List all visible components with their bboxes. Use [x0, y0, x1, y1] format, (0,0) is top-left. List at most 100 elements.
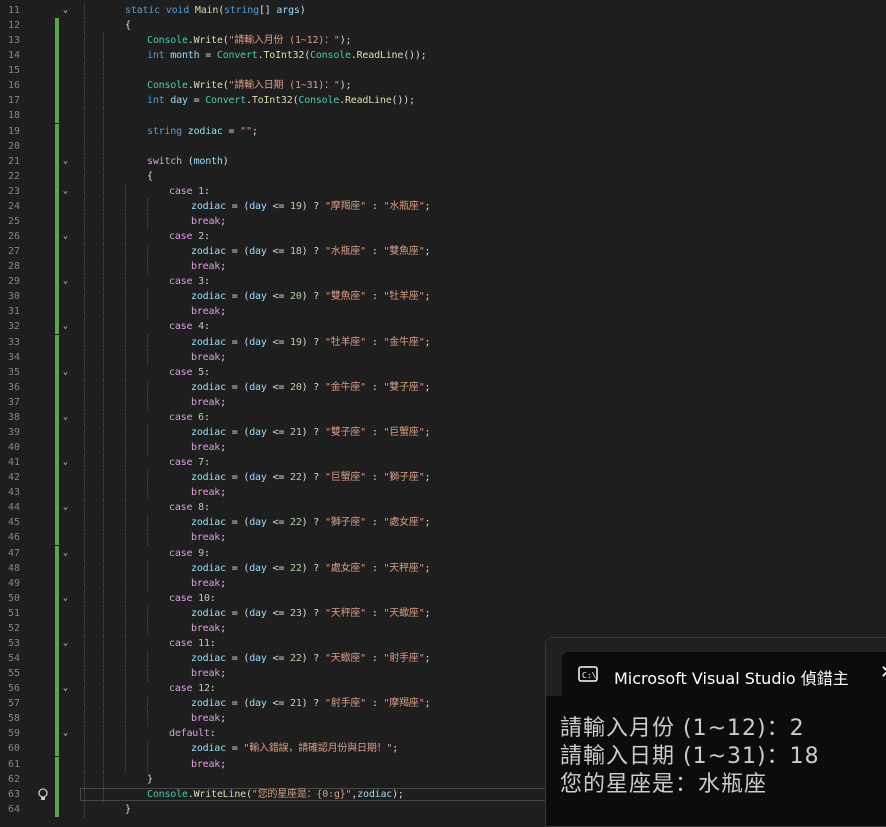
code-line[interactable]: 33 zodiac = (day <= 19) ? "牡羊座" : "金牛座";	[0, 334, 886, 350]
code-line[interactable]: 42 zodiac = (day <= 22) ? "巨蟹座" : "獅子座";	[0, 470, 886, 486]
code-line[interactable]: 35 ⌄ case 5:	[0, 364, 886, 380]
code-token: ReadLine	[344, 95, 392, 107]
code-line[interactable]: 26 ⌄ case 2:	[0, 229, 886, 245]
code-token: ;	[424, 336, 431, 348]
change-indicator	[55, 349, 59, 365]
fold-chevron-icon[interactable]: ⌄	[60, 683, 71, 694]
code-token: ;	[424, 291, 431, 303]
code-text: zodiac = (day <= 21) ? "雙子座" : "巨蟹座";	[191, 425, 431, 440]
code-line[interactable]: 49 break;	[0, 575, 886, 591]
line-number: 22	[7, 170, 20, 182]
fold-chevron-icon[interactable]: ⌄	[60, 231, 71, 242]
fold-chevron-icon[interactable]: ⌄	[60, 5, 71, 16]
line-number: 11	[7, 5, 20, 16]
code-line[interactable]: 34 break;	[0, 349, 886, 365]
code-line[interactable]: 31 break;	[0, 304, 886, 320]
change-indicator	[55, 635, 59, 651]
line-number: 19	[7, 125, 20, 137]
code-line[interactable]: 23 ⌄ case 1:	[0, 183, 886, 199]
indent-guide	[84, 244, 85, 260]
fold-chevron-icon[interactable]: ⌄	[60, 638, 71, 649]
code-token: = (	[225, 517, 250, 529]
code-token: :	[366, 381, 384, 393]
code-line[interactable]: 12 {	[0, 18, 886, 34]
console-titlebar[interactable]: C:\ Microsoft Visual Studio 偵錯主 ✕	[546, 638, 886, 696]
code-text: break;	[191, 576, 226, 591]
change-indicator	[55, 440, 59, 456]
code-token: break	[191, 668, 221, 680]
code-line[interactable]: 40 break;	[0, 440, 886, 456]
code-line[interactable]: 24 zodiac = (day <= 19) ? "摩羯座" : "水瓶座";	[0, 198, 886, 214]
code-line[interactable]: 52 break;	[0, 620, 886, 636]
code-line[interactable]: 28 break;	[0, 259, 886, 275]
fold-chevron-icon[interactable]: ⌄	[60, 186, 71, 197]
code-line[interactable]: 16 Console.Write("請輸入日期 (1~31)：");	[0, 78, 886, 94]
code-token: zodiac	[191, 607, 226, 619]
code-line[interactable]: 45 zodiac = (day <= 22) ? "獅子座" : "處女座";	[0, 515, 886, 531]
fold-chevron-icon[interactable]: ⌄	[60, 412, 71, 423]
change-indicator	[55, 379, 59, 395]
code-token: case	[169, 366, 193, 378]
code-token: :	[366, 607, 384, 619]
code-line[interactable]: 43 break;	[0, 485, 886, 501]
code-text: break;	[191, 440, 226, 455]
code-line[interactable]: 30 zodiac = (day <= 20) ? "雙魚座" : "牡羊座";	[0, 289, 886, 305]
line-number: 49	[7, 577, 20, 589]
code-line[interactable]: 36 zodiac = (day <= 20) ? "金牛座" : "雙子座";	[0, 379, 886, 395]
code-line[interactable]: 21 ⌄ switch (month)	[0, 153, 886, 169]
code-line[interactable]: 37 break;	[0, 394, 886, 410]
code-line[interactable]: 27 zodiac = (day <= 18) ? "水瓶座" : "雙魚座";	[0, 244, 886, 260]
code-line[interactable]: 14 int month = Convert.ToInt32(Console.Re…	[0, 48, 886, 64]
console-window[interactable]: C:\ Microsoft Visual Studio 偵錯主 ✕ 請輸入月份 …	[545, 637, 886, 827]
code-line[interactable]: 41 ⌄ case 7:	[0, 455, 886, 471]
code-line[interactable]: 46 break;	[0, 530, 886, 546]
code-line[interactable]: 22 {	[0, 168, 886, 184]
line-number: 36	[7, 381, 20, 393]
code-text: case 1:	[169, 184, 210, 199]
indent-guide	[125, 274, 126, 290]
indent-guide	[103, 605, 104, 621]
code-line[interactable]: 18	[0, 108, 886, 124]
code-line[interactable]: 44 ⌄ case 8:	[0, 500, 886, 516]
fold-chevron-icon[interactable]: ⌄	[60, 457, 71, 468]
code-line[interactable]: 48 zodiac = (day <= 22) ? "處女座" : "天秤座";	[0, 560, 886, 576]
code-line[interactable]: 39 zodiac = (day <= 21) ? "雙子座" : "巨蟹座";	[0, 424, 886, 440]
code-line[interactable]: 17 int day = Convert.ToInt32(Console.Read…	[0, 93, 886, 109]
code-line[interactable]: 29 ⌄ case 3:	[0, 274, 886, 290]
fold-chevron-icon[interactable]: ⌄	[60, 548, 71, 559]
code-line[interactable]: 13 Console.Write("請輸入月份 (1~12)：");	[0, 33, 886, 49]
code-line[interactable]: 11 ⌄ static void Main(string[] args)	[0, 3, 886, 18]
indent-guide	[147, 711, 148, 727]
code-token: );	[339, 35, 352, 47]
code-line[interactable]: 19 string zodiac = "";	[0, 123, 886, 139]
fold-chevron-icon[interactable]: ⌄	[60, 321, 71, 332]
console-tab[interactable]: C:\ Microsoft Visual Studio 偵錯主 ✕	[562, 652, 886, 696]
code-token: = (	[225, 246, 250, 258]
fold-chevron-icon[interactable]: ⌄	[60, 276, 71, 287]
fold-chevron-icon[interactable]: ⌄	[60, 156, 71, 167]
code-line[interactable]: 15	[0, 63, 886, 79]
fold-chevron-icon[interactable]: ⌄	[60, 367, 71, 378]
code-text: {	[147, 169, 153, 184]
code-line[interactable]: 47 ⌄ case 9:	[0, 545, 886, 561]
code-text: switch (month)	[147, 154, 229, 169]
indent-guide	[84, 590, 85, 606]
code-token: "牡羊座"	[324, 336, 366, 348]
close-icon[interactable]: ✕	[880, 662, 886, 683]
code-line[interactable]: 25 break;	[0, 213, 886, 229]
lightbulb-icon[interactable]	[36, 787, 50, 802]
code-token: = (	[225, 291, 250, 303]
code-token: default	[169, 728, 210, 740]
change-indicator	[55, 153, 59, 169]
code-line[interactable]: 20	[0, 138, 886, 154]
fold-chevron-icon[interactable]: ⌄	[60, 728, 71, 739]
indent-guide	[125, 244, 126, 260]
code-line[interactable]: 51 zodiac = (day <= 23) ? "天秤座" : "天蠍座";	[0, 605, 886, 621]
code-token: ;	[424, 698, 431, 710]
code-line[interactable]: 38 ⌄ case 6:	[0, 409, 886, 425]
fold-chevron-icon[interactable]: ⌄	[60, 502, 71, 513]
code-line[interactable]: 50 ⌄ case 10:	[0, 590, 886, 606]
fold-chevron-icon[interactable]: ⌄	[60, 593, 71, 604]
code-token: ;	[424, 246, 431, 258]
code-line[interactable]: 32 ⌄ case 4:	[0, 319, 886, 335]
